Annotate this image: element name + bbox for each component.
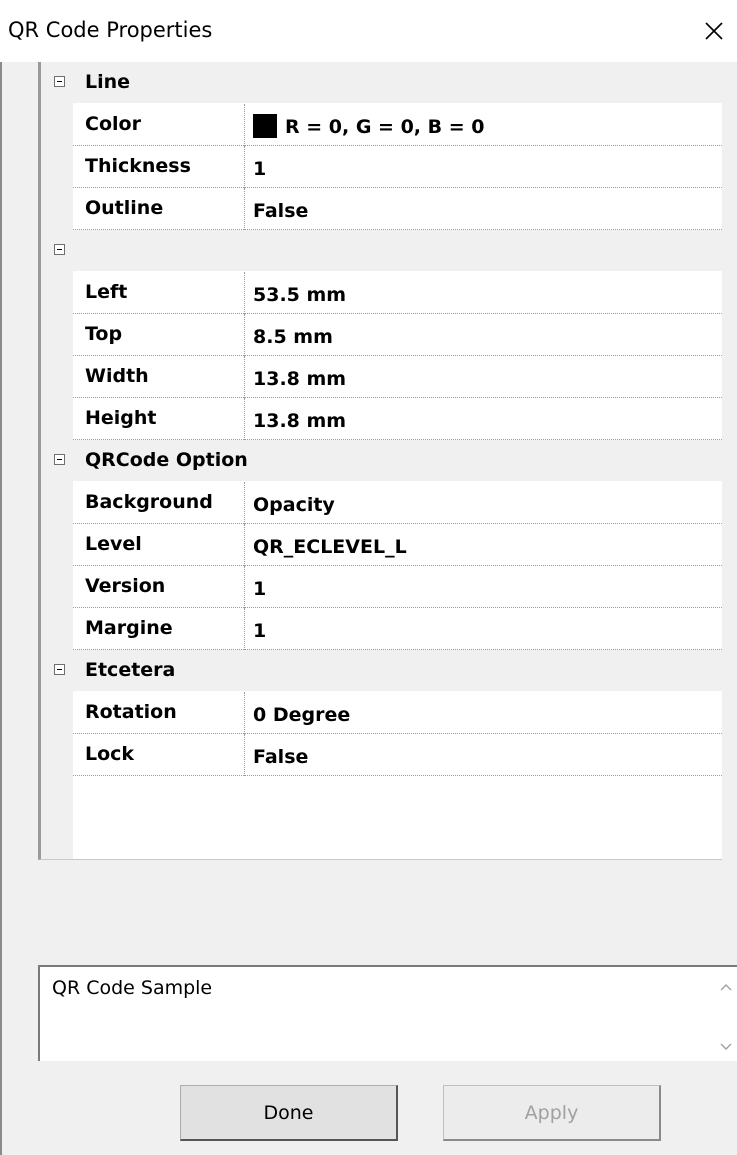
property-name: Top (85, 323, 123, 345)
property-value[interactable]: 0 Degree (253, 692, 722, 734)
property-row-outline[interactable]: Outline False (41, 188, 722, 230)
property-name: Level (85, 533, 142, 555)
description-text: QR Code Sample (52, 977, 213, 999)
property-value[interactable]: R = 0, G = 0, B = 0 (253, 104, 722, 146)
collapse-icon[interactable] (54, 664, 65, 675)
grid-empty-area (73, 776, 722, 859)
title-bar: QR Code Properties (0, 0, 737, 62)
property-row-top[interactable]: Top 8.5 mm (41, 314, 722, 356)
property-value[interactable]: False (253, 734, 722, 776)
property-grid[interactable]: Line Color R = 0, G = 0, B = 0 Thickness… (38, 62, 722, 860)
property-value[interactable]: 8.5 mm (253, 314, 722, 356)
collapse-icon[interactable] (54, 454, 65, 465)
property-name: Left (85, 281, 128, 303)
property-name: Width (85, 365, 149, 387)
property-row-left[interactable]: Left 53.5 mm (41, 272, 722, 314)
property-name: Version (85, 575, 166, 597)
property-value[interactable]: QR_ECLEVEL_L (253, 524, 722, 566)
property-value[interactable]: 13.8 mm (253, 398, 722, 440)
property-value[interactable]: 13.8 mm (253, 356, 722, 398)
property-row-margine[interactable]: Margine 1 (41, 608, 722, 650)
property-value[interactable]: 1 (253, 146, 722, 188)
window-border (0, 62, 2, 1155)
property-name: Background (85, 491, 213, 513)
scroll-down-icon[interactable] (719, 1039, 733, 1053)
category-label: Line (85, 71, 131, 93)
property-row-level[interactable]: Level QR_ECLEVEL_L (41, 524, 722, 566)
apply-button[interactable]: Apply (443, 1085, 661, 1141)
property-row-lock[interactable]: Lock False (41, 734, 722, 776)
done-button[interactable]: Done (180, 1085, 398, 1141)
close-button[interactable] (691, 10, 737, 52)
property-row-thickness[interactable]: Thickness 1 (41, 146, 722, 188)
property-row-width[interactable]: Width 13.8 mm (41, 356, 722, 398)
property-name: Margine (85, 617, 173, 639)
property-value[interactable]: False (253, 188, 722, 230)
property-name: Thickness (85, 155, 191, 177)
property-name: Height (85, 407, 157, 429)
category-row-position[interactable] (41, 230, 722, 272)
scroll-up-icon[interactable] (719, 981, 733, 995)
close-icon (705, 22, 723, 40)
property-value[interactable]: 53.5 mm (253, 272, 722, 314)
property-row-rotation[interactable]: Rotation 0 Degree (41, 692, 722, 734)
property-name: Rotation (85, 701, 177, 723)
property-name: Lock (85, 743, 135, 765)
window-title: QR Code Properties (8, 18, 213, 42)
property-row-version[interactable]: Version 1 (41, 566, 722, 608)
property-row-height[interactable]: Height 13.8 mm (41, 398, 722, 440)
property-name: Outline (85, 197, 164, 219)
category-row-line[interactable]: Line (41, 62, 722, 104)
collapse-icon[interactable] (54, 244, 65, 255)
property-name: Color (85, 113, 141, 135)
property-value[interactable]: 1 (253, 608, 722, 650)
property-value[interactable]: Opacity (253, 482, 722, 524)
property-row-background[interactable]: Background Opacity (41, 482, 722, 524)
collapse-icon[interactable] (54, 76, 65, 87)
category-row-qrcode-option[interactable]: QRCode Option (41, 440, 722, 482)
color-swatch (253, 114, 277, 138)
category-label: Etcetera (85, 659, 176, 681)
property-value[interactable]: 1 (253, 566, 722, 608)
description-box[interactable]: QR Code Sample (38, 965, 737, 1061)
category-label: QRCode Option (85, 449, 248, 471)
category-row-etcetera[interactable]: Etcetera (41, 650, 722, 692)
property-row-color[interactable]: Color R = 0, G = 0, B = 0 (41, 104, 722, 146)
